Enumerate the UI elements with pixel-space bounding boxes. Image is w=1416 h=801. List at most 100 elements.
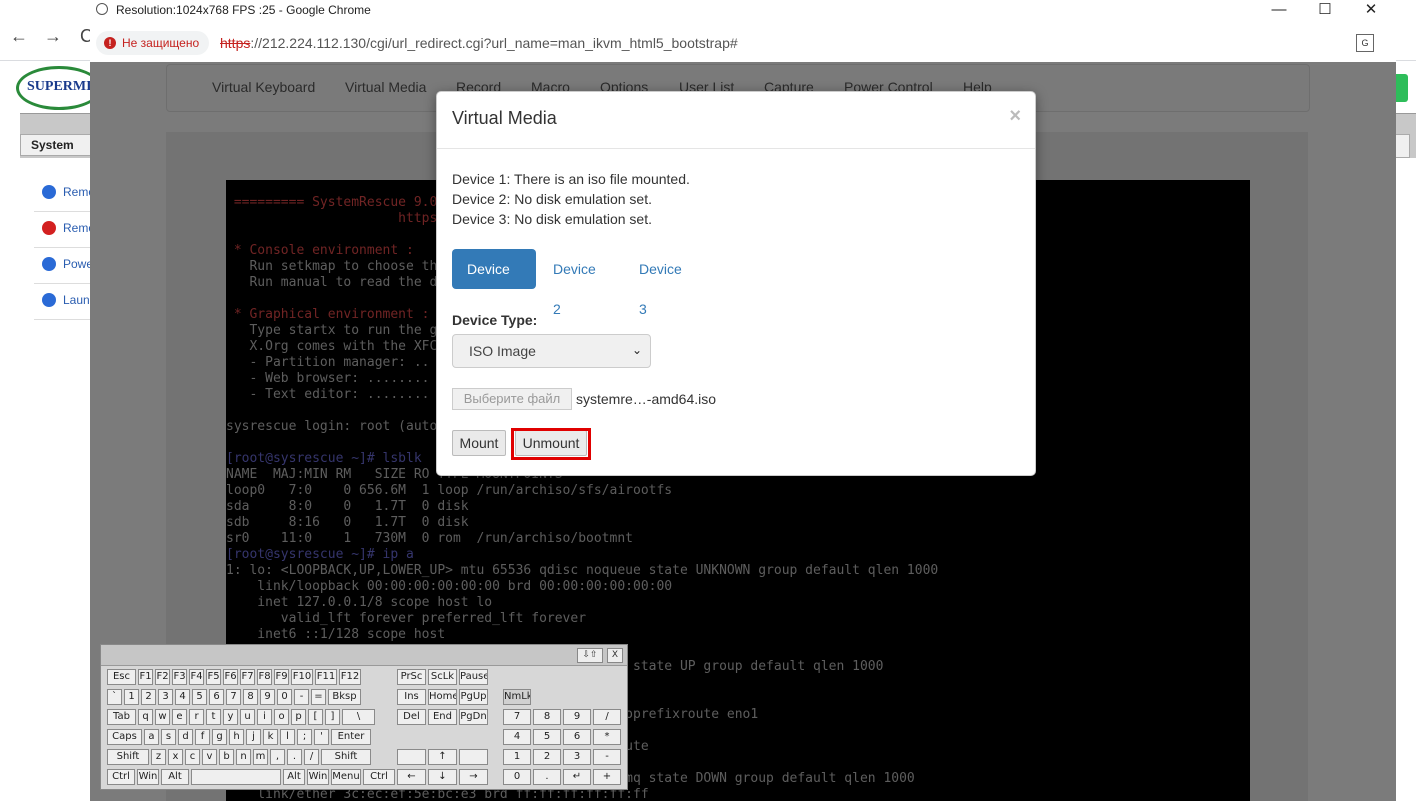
keyboard-key[interactable]: Tab: [107, 709, 136, 725]
keyboard-key[interactable]: F7: [240, 669, 255, 685]
keyboard-key[interactable]: o: [274, 709, 289, 725]
keyboard-key[interactable]: Win: [137, 769, 159, 785]
keyboard-nav-key[interactable]: ↓: [428, 769, 457, 785]
keyboard-key[interactable]: h: [229, 729, 244, 745]
keyboard-numpad-key[interactable]: /: [593, 709, 621, 725]
keyboard-key[interactable]: q: [138, 709, 153, 725]
keyboard-key[interactable]: F5: [206, 669, 221, 685]
keyboard-numpad-key[interactable]: 1: [503, 749, 531, 765]
keyboard-key[interactable]: t: [206, 709, 221, 725]
keyboard-key[interactable]: 5: [192, 689, 207, 705]
keyboard-key[interactable]: z: [151, 749, 166, 765]
tab-device-3[interactable]: Device 3: [624, 249, 708, 317]
keyboard-key[interactable]: F9: [274, 669, 289, 685]
keyboard-nav-key[interactable]: PgDn: [459, 709, 488, 725]
keyboard-numpad-key[interactable]: 9: [563, 709, 591, 725]
keyboard-key[interactable]: Menu: [331, 769, 361, 785]
keyboard-close-button[interactable]: X: [607, 648, 623, 663]
keyboard-key[interactable]: l: [280, 729, 295, 745]
keyboard-key[interactable]: d: [178, 729, 193, 745]
keyboard-numpad-key[interactable]: 2: [533, 749, 561, 765]
keyboard-numpad-key[interactable]: 0: [503, 769, 531, 785]
keyboard-nav-key[interactable]: ↑: [428, 749, 457, 765]
keyboard-key[interactable]: i: [257, 709, 272, 725]
mount-button[interactable]: Mount: [452, 430, 506, 456]
keyboard-key[interactable]: 1: [124, 689, 139, 705]
keyboard-nav-key[interactable]: ScLk: [428, 669, 457, 685]
keyboard-key[interactable]: c: [185, 749, 200, 765]
sidebar-item-launch[interactable]: Laun: [34, 285, 94, 320]
translate-icon[interactable]: G: [1356, 34, 1374, 52]
keyboard-key[interactable]: F8: [257, 669, 272, 685]
keyboard-nav-key[interactable]: End: [428, 709, 457, 725]
system-tab[interactable]: System: [20, 134, 94, 156]
sidebar-item-power[interactable]: Powe: [34, 249, 94, 284]
keyboard-key[interactable]: g: [212, 729, 227, 745]
keyboard-key[interactable]: Win: [307, 769, 329, 785]
keyboard-key[interactable]: b: [219, 749, 234, 765]
keyboard-nav-key[interactable]: Pause: [459, 669, 488, 685]
keyboard-key[interactable]: Bksp: [328, 689, 361, 705]
keyboard-key[interactable]: 4: [175, 689, 190, 705]
keyboard-key[interactable]: e: [172, 709, 187, 725]
keyboard-key[interactable]: F6: [223, 669, 238, 685]
keyboard-key[interactable]: n: [236, 749, 251, 765]
keyboard-numpad-key[interactable]: 5: [533, 729, 561, 745]
keyboard-nav-key[interactable]: PgUp: [459, 689, 488, 705]
keyboard-key[interactable]: -: [294, 689, 309, 705]
keyboard-key[interactable]: ;: [297, 729, 312, 745]
keyboard-numpad-key[interactable]: 7: [503, 709, 531, 725]
keyboard-key[interactable]: =: [311, 689, 326, 705]
keyboard-numpad-key[interactable]: 3: [563, 749, 591, 765]
keyboard-key[interactable]: F12: [339, 669, 361, 685]
keyboard-key[interactable]: F4: [189, 669, 204, 685]
close-window-button[interactable]: ✕: [1348, 0, 1394, 22]
keyboard-key[interactable]: 6: [209, 689, 224, 705]
keyboard-key[interactable]: m: [253, 749, 268, 765]
keyboard-nav-key[interactable]: Del: [397, 709, 426, 725]
keyboard-key[interactable]: F11: [315, 669, 337, 685]
back-icon[interactable]: ←: [10, 26, 28, 47]
keyboard-key[interactable]: F2: [155, 669, 170, 685]
keyboard-key[interactable]: Shift: [321, 749, 371, 765]
keyboard-key[interactable]: Shift: [107, 749, 149, 765]
sidebar-item-remote-2[interactable]: Remo: [34, 213, 95, 248]
keyboard-key[interactable]: 3: [158, 689, 173, 705]
keyboard-key[interactable]: Alt: [283, 769, 305, 785]
keyboard-nav-key[interactable]: PrSc: [397, 669, 426, 685]
keyboard-nav-key[interactable]: [397, 749, 426, 765]
keyboard-key[interactable]: 2: [141, 689, 156, 705]
keyboard-key[interactable]: u: [240, 709, 255, 725]
sidebar-item-remote-1[interactable]: Remo: [34, 177, 95, 212]
keyboard-key[interactable]: a: [144, 729, 159, 745]
keyboard-numpad-key[interactable]: *: [593, 729, 621, 745]
keyboard-titlebar[interactable]: ⇩⇧ X: [101, 645, 627, 666]
keyboard-key[interactable]: k: [263, 729, 278, 745]
keyboard-key[interactable]: \: [342, 709, 375, 725]
keyboard-key[interactable]: Esc: [107, 669, 136, 685]
keyboard-key[interactable]: .: [287, 749, 302, 765]
keyboard-key[interactable]: j: [246, 729, 261, 745]
keyboard-numpad-key[interactable]: -: [593, 749, 621, 765]
keyboard-key[interactable]: r: [189, 709, 204, 725]
keyboard-nav-key[interactable]: Ins: [397, 689, 426, 705]
keyboard-key[interactable]: Ctrl: [363, 769, 395, 785]
keyboard-numpad-key[interactable]: 6: [563, 729, 591, 745]
keyboard-key[interactable]: [191, 769, 281, 785]
keyboard-numpad-key[interactable]: .: [533, 769, 561, 785]
security-indicator[interactable]: ! Не защищено: [96, 31, 210, 55]
keyboard-key[interactable]: ]: [325, 709, 340, 725]
keyboard-nav-key[interactable]: →: [459, 769, 488, 785]
keyboard-nav-key[interactable]: Home: [428, 689, 457, 705]
keyboard-key[interactable]: 7: [226, 689, 241, 705]
keyboard-key[interactable]: 0: [277, 689, 292, 705]
keyboard-nav-key[interactable]: [459, 749, 488, 765]
keyboard-numpad-key[interactable]: 8: [533, 709, 561, 725]
minimize-button[interactable]: —: [1256, 0, 1302, 22]
keyboard-key[interactable]: Ctrl: [107, 769, 135, 785]
keyboard-key[interactable]: Enter: [331, 729, 371, 745]
keyboard-key[interactable]: [: [308, 709, 323, 725]
device-type-select[interactable]: ISO Image ⌄: [452, 334, 651, 368]
maximize-button[interactable]: ☐: [1302, 0, 1348, 22]
keyboard-key[interactable]: x: [168, 749, 183, 765]
